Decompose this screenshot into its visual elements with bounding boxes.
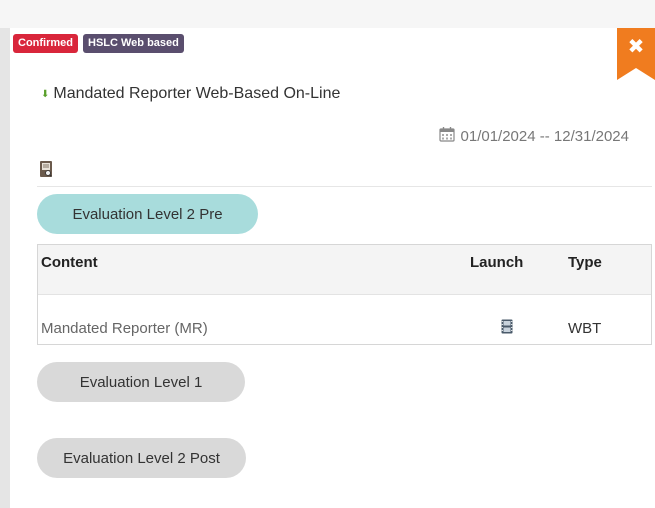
evaluation-level-2-post-button[interactable]: Evaluation Level 2 Post — [37, 438, 246, 478]
left-rail — [0, 28, 10, 508]
film-icon — [501, 319, 513, 334]
course-title-text: Mandated Reporter Web-Based On-Line — [53, 85, 341, 102]
table-row: Mandated Reporter (MR) WBT — [38, 295, 651, 345]
status-badge: Confirmed — [13, 34, 78, 53]
badge-group: Confirmed HSLC Web based — [13, 34, 184, 53]
type-cell: WBT — [568, 320, 602, 337]
calendar-icon — [438, 126, 455, 146]
divider — [37, 186, 652, 187]
close-button[interactable]: ✖ — [617, 28, 655, 80]
content-table: Content Launch Type Mandated Reporter (M… — [37, 244, 652, 345]
launch-button[interactable] — [501, 319, 513, 338]
evaluation-level-2-pre-button[interactable]: Evaluation Level 2 Pre — [37, 194, 258, 234]
top-strip — [0, 0, 655, 28]
document-icon[interactable] — [39, 160, 53, 183]
column-header-launch: Launch — [470, 254, 524, 271]
course-title: ⬇ Mandated Reporter Web-Based On-Line — [41, 85, 340, 103]
content-cell: Mandated Reporter (MR) — [41, 320, 208, 337]
down-arrow-icon: ⬇ — [41, 88, 50, 100]
date-range: 01/01/2024 -- 12/31/2024 — [438, 126, 629, 146]
course-panel: Confirmed HSLC Web based ✖ ⬇ Mandated Re… — [10, 28, 655, 508]
table-header: Content Launch Type — [38, 245, 651, 295]
column-header-content: Content — [41, 254, 98, 271]
column-header-type: Type — [568, 254, 602, 271]
evaluation-level-1-button[interactable]: Evaluation Level 1 — [37, 362, 245, 402]
delivery-type-badge: HSLC Web based — [83, 34, 184, 53]
date-range-text: 01/01/2024 -- 12/31/2024 — [460, 127, 629, 145]
close-icon: ✖ — [627, 36, 645, 58]
